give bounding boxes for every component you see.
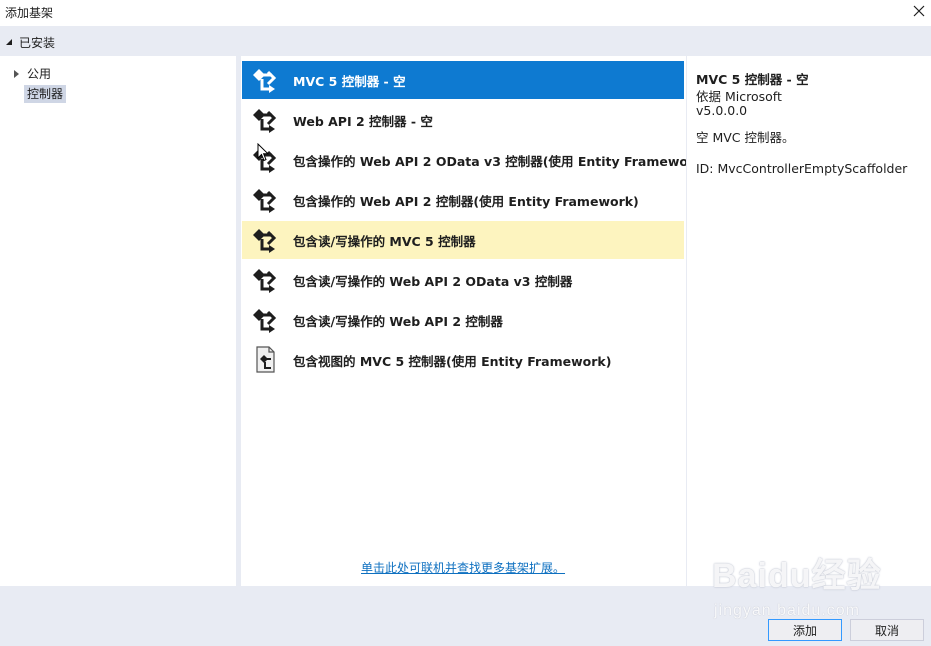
add-button[interactable]: 添加: [768, 619, 842, 641]
installed-header[interactable]: 已安装: [0, 26, 931, 56]
list-item-label: 包含读/写操作的 Web API 2 控制器: [293, 313, 503, 329]
tree-item-label: 公用: [27, 67, 52, 81]
close-icon: [913, 5, 925, 17]
collapse-triangle-icon: [6, 39, 12, 45]
tree-item-controller[interactable]: 控制器: [24, 85, 67, 103]
category-tree: 公用 控制器: [0, 56, 236, 586]
expand-arrow-icon[interactable]: [14, 69, 19, 78]
list-item[interactable]: 包含操作的 Web API 2 控制器(使用 Entity Framework): [242, 181, 684, 219]
controller-icon: [250, 265, 280, 295]
details-description: 空 MVC 控制器。: [696, 130, 795, 145]
list-item[interactable]: Web API 2 控制器 - 空: [242, 101, 684, 139]
dialog-footer: 添加 取消: [0, 586, 931, 646]
close-button[interactable]: [907, 0, 931, 22]
details-version: v5.0.0.0: [696, 103, 748, 118]
window-title: 添加基架: [5, 6, 54, 20]
list-item-label: 包含读/写操作的 MVC 5 控制器: [293, 233, 476, 249]
list-item[interactable]: MVC 5 控制器 - 空: [242, 61, 684, 99]
list-item[interactable]: 包含视图的 MVC 5 控制器(使用 Entity Framework): [242, 341, 684, 379]
list-item[interactable]: 包含读/写操作的 MVC 5 控制器: [242, 221, 684, 259]
tree-item-label: 控制器: [27, 87, 64, 101]
details-id: ID: MvcControllerEmptyScaffolder: [696, 161, 908, 176]
find-more-extensions-link[interactable]: 单击此处可联机并查找更多基架扩展。: [361, 559, 565, 576]
list-item-label: 包含视图的 MVC 5 控制器(使用 Entity Framework): [293, 353, 612, 369]
list-item-label: 包含操作的 Web API 2 控制器(使用 Entity Framework): [293, 193, 639, 209]
list-item[interactable]: 包含读/写操作的 Web API 2 控制器: [242, 301, 684, 339]
installed-label: 已安装: [19, 36, 56, 50]
title-bar: 添加基架: [0, 0, 931, 24]
view-controller-icon: [250, 345, 280, 375]
controller-icon: [250, 225, 280, 255]
controller-icon: [250, 305, 280, 335]
scaffold-list: MVC 5 控制器 - 空 Web API 2 控制器 - 空 包含操作的 We: [241, 56, 708, 586]
cancel-button[interactable]: 取消: [850, 619, 924, 641]
list-item-label: Web API 2 控制器 - 空: [293, 113, 433, 129]
list-item-label: 包含操作的 Web API 2 OData v3 控制器(使用 Entity F…: [293, 153, 709, 169]
list-item-label: 包含读/写操作的 Web API 2 OData v3 控制器: [293, 273, 573, 289]
controller-icon: [250, 65, 280, 95]
controller-icon: [250, 145, 280, 175]
tree-item-public[interactable]: 公用: [14, 65, 51, 83]
controller-icon: [250, 105, 280, 135]
details-panel: MVC 5 控制器 - 空 依据 Microsoft v5.0.0.0 空 MV…: [686, 56, 931, 586]
list-item[interactable]: 包含操作的 Web API 2 OData v3 控制器(使用 Entity F…: [242, 141, 708, 179]
list-item[interactable]: 包含读/写操作的 Web API 2 OData v3 控制器: [242, 261, 684, 299]
list-item-label: MVC 5 控制器 - 空: [293, 73, 406, 89]
controller-icon: [250, 185, 280, 215]
